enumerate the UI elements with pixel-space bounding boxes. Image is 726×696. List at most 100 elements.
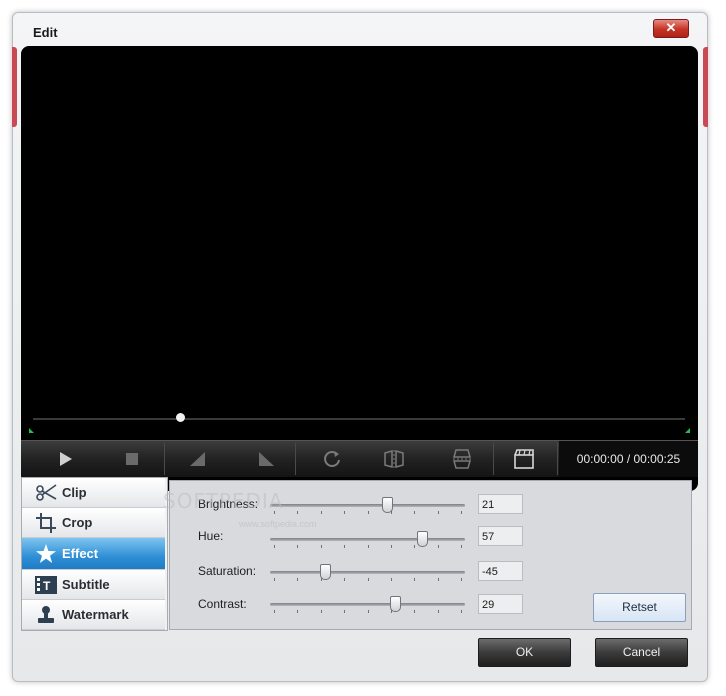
tab-watermark-label: Watermark xyxy=(62,607,129,622)
player-toolbar: 00:00:00 / 00:00:25 xyxy=(21,440,698,477)
tab-watermark[interactable]: Watermark xyxy=(22,600,165,630)
hue-label: Hue: xyxy=(198,529,224,543)
slider-tick xyxy=(414,511,416,514)
slider-tick xyxy=(320,610,322,613)
reset-button[interactable]: Retset xyxy=(593,593,686,622)
tab-crop-label: Crop xyxy=(62,515,93,530)
mark-out-icon xyxy=(259,452,274,466)
slider-track xyxy=(270,504,465,507)
slider-tick xyxy=(414,610,416,613)
slider-tick xyxy=(437,545,439,548)
slider-tick xyxy=(461,610,462,613)
slider-tick xyxy=(344,545,346,548)
scissors-icon xyxy=(34,482,58,504)
snapshot-button[interactable] xyxy=(503,441,545,477)
slider-tick xyxy=(390,610,392,613)
video-preview: 00:00:00 / 00:00:25 xyxy=(21,46,698,491)
flip-vertical-button[interactable] xyxy=(441,441,483,477)
slider-track xyxy=(270,603,465,606)
slider-tick xyxy=(461,511,462,514)
slider-thumb[interactable] xyxy=(417,531,429,547)
tab-effect-label: Effect xyxy=(62,546,99,561)
slider-tick xyxy=(367,578,369,581)
snapshot-icon xyxy=(514,449,534,469)
slider-track xyxy=(270,571,465,574)
mark-out-indicator xyxy=(685,428,690,433)
hue-value[interactable]: 57 xyxy=(478,526,523,546)
crop-icon xyxy=(34,512,58,534)
tab-crop[interactable]: Crop xyxy=(22,508,165,538)
subtitle-icon: T xyxy=(34,574,58,596)
toolbar-divider xyxy=(295,443,296,475)
stamp-icon xyxy=(34,604,58,626)
slider-tick xyxy=(274,545,275,548)
svg-text:T: T xyxy=(43,579,51,593)
window-accent-right xyxy=(703,47,708,127)
slider-tick xyxy=(367,610,369,613)
contrast-value[interactable]: 29 xyxy=(478,594,523,614)
saturation-slider[interactable] xyxy=(270,564,465,582)
slider-tick xyxy=(297,511,299,514)
toolbar-divider xyxy=(164,443,165,475)
seek-track[interactable] xyxy=(33,418,685,420)
brightness-value[interactable]: 21 xyxy=(478,494,523,514)
contrast-slider[interactable] xyxy=(270,596,465,614)
slider-tick xyxy=(461,545,462,548)
slider-tick xyxy=(437,511,439,514)
tab-clip-label: Clip xyxy=(62,485,87,500)
slider-tick xyxy=(437,610,439,613)
window-title: Edit xyxy=(33,25,58,40)
toolbar-divider xyxy=(493,443,494,475)
slider-tick xyxy=(320,545,322,548)
softpedia-watermark-url: www.softpedia.com xyxy=(239,519,317,529)
slider-tick xyxy=(320,511,322,514)
slider-tick xyxy=(344,511,346,514)
edit-dialog: Edit ✕ 00:00:00 / 00:00:25 Clip Crop Eff… xyxy=(12,12,708,682)
saturation-label: Saturation: xyxy=(198,564,257,578)
play-icon xyxy=(60,452,72,466)
tab-subtitle-label: Subtitle xyxy=(62,577,110,592)
slider-tick xyxy=(390,511,392,514)
contrast-label: Contrast: xyxy=(198,597,247,611)
cancel-button[interactable]: Cancel xyxy=(595,638,688,667)
slider-tick xyxy=(297,578,299,581)
flip-horizontal-button[interactable] xyxy=(373,441,415,477)
brightness-slider[interactable] xyxy=(270,497,465,515)
slider-tick xyxy=(461,578,462,581)
slider-tick xyxy=(437,578,439,581)
rotate-icon xyxy=(324,451,340,467)
stop-button[interactable] xyxy=(111,441,153,477)
tab-clip[interactable]: Clip xyxy=(22,478,165,508)
slider-tick xyxy=(367,511,369,514)
slider-tick xyxy=(367,545,369,548)
mark-out-button[interactable] xyxy=(245,441,287,477)
star-icon xyxy=(34,543,58,565)
close-button[interactable]: ✕ xyxy=(653,19,689,38)
tab-effect[interactable]: Effect xyxy=(22,538,165,570)
slider-tick xyxy=(414,578,416,581)
slider-tick xyxy=(344,610,346,613)
slider-tick xyxy=(320,578,322,581)
rotate-button[interactable] xyxy=(311,441,353,477)
mark-in-icon xyxy=(190,452,205,466)
softpedia-watermark: SOFTPEDIA xyxy=(163,489,284,513)
mark-in-indicator xyxy=(29,428,34,433)
slider-tick xyxy=(274,610,275,613)
flip-vertical-icon xyxy=(453,449,471,469)
slider-tick xyxy=(414,545,416,548)
tab-subtitle[interactable]: T Subtitle xyxy=(22,570,165,600)
slider-tick xyxy=(344,578,346,581)
seek-handle[interactable] xyxy=(175,413,185,422)
ok-button[interactable]: OK xyxy=(478,638,571,667)
edit-sidebar: Clip Crop Effect T Subtitle Watermark xyxy=(21,477,168,631)
hue-slider[interactable] xyxy=(270,531,465,549)
slider-track xyxy=(270,538,465,541)
play-button[interactable] xyxy=(45,441,87,477)
flip-horizontal-icon xyxy=(384,450,404,468)
slider-tick xyxy=(390,578,392,581)
mark-in-button[interactable] xyxy=(177,441,219,477)
saturation-value[interactable]: -45 xyxy=(478,561,523,581)
window-accent-left xyxy=(12,47,17,127)
toolbar-divider xyxy=(557,443,558,475)
time-display: 00:00:00 / 00:00:25 xyxy=(559,441,698,477)
